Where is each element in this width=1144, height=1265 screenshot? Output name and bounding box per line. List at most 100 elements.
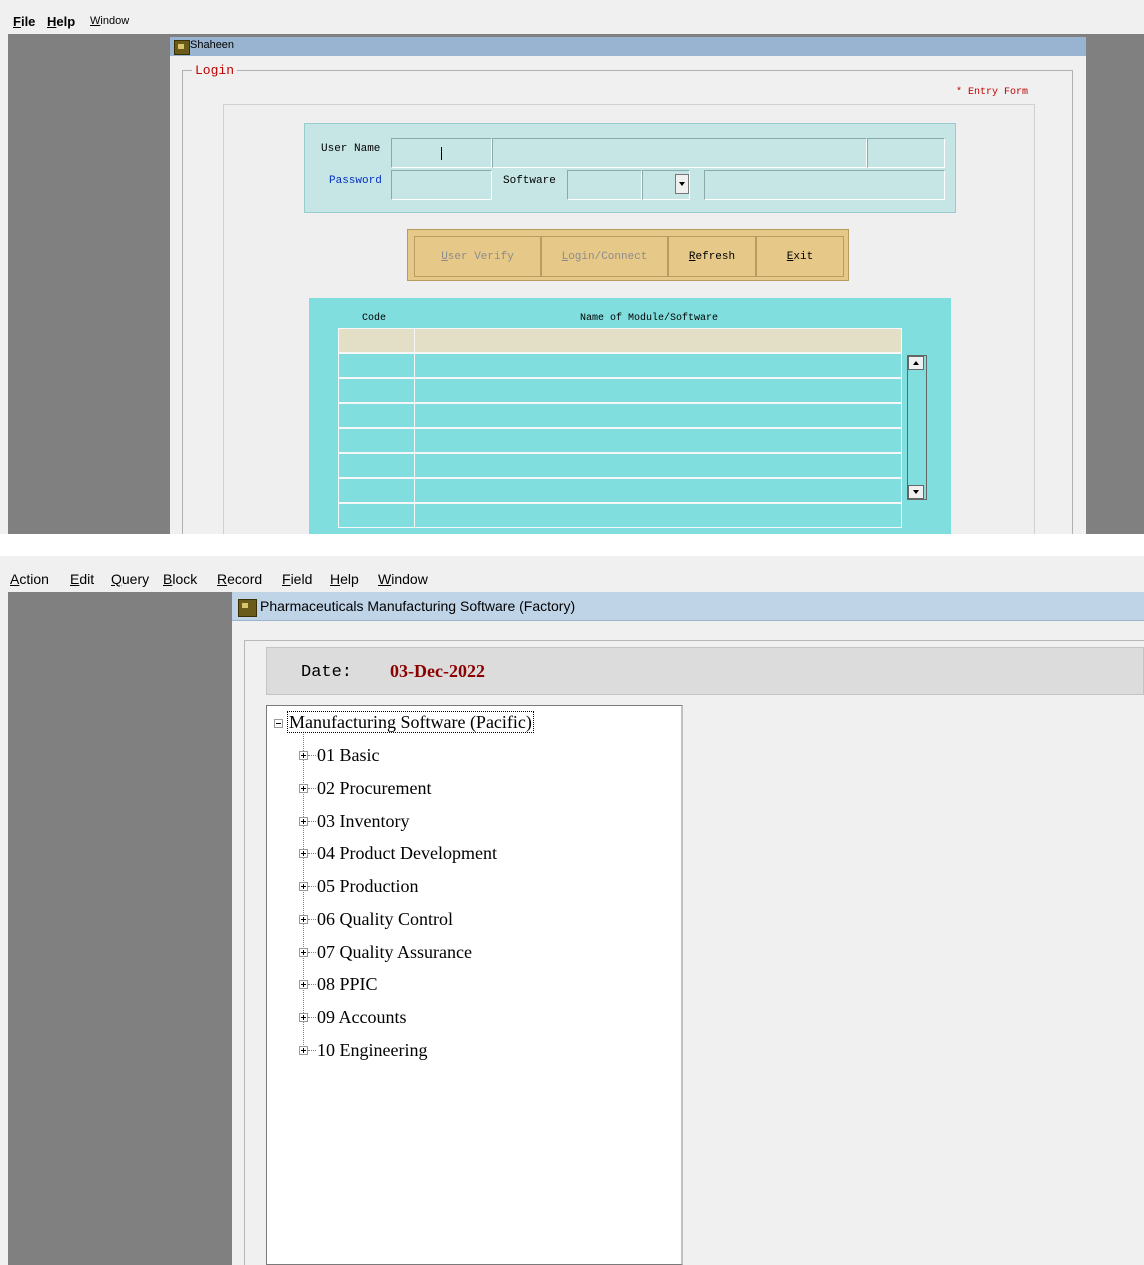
expand-icon[interactable] (299, 1013, 308, 1022)
tree-item-label: 06 Quality Control (317, 909, 453, 929)
tree-root[interactable]: Manufacturing Software (Pacific) (287, 711, 534, 733)
menu-record[interactable]: Record (217, 571, 262, 587)
tree-item-label: 10 Engineering (317, 1040, 428, 1060)
login-connect-button[interactable]: Login/Connect (541, 236, 668, 277)
grid-cell-name[interactable] (414, 328, 902, 353)
main-window: Pharmaceuticals Manufacturing Software (… (232, 592, 1144, 1265)
menu-edit[interactable]: Edit (70, 571, 94, 587)
grid-cell-name[interactable] (414, 353, 902, 378)
grid-cell-name[interactable] (414, 428, 902, 453)
grid-cell-name[interactable] (414, 478, 902, 503)
tree-branch (308, 1050, 316, 1051)
refresh-button[interactable]: Refresh (668, 236, 756, 277)
tree-branch (308, 984, 316, 985)
menu-block[interactable]: Block (163, 571, 197, 587)
grid-cell-code[interactable] (338, 353, 415, 378)
window-title: Pharmaceuticals Manufacturing Software (… (260, 598, 576, 614)
password-label: Password (329, 175, 382, 187)
grid-cell-name[interactable] (414, 503, 902, 528)
login-frame-title: Login (192, 63, 238, 78)
grid-cell-name[interactable] (414, 378, 902, 403)
tree-item-label: 09 Accounts (317, 1007, 407, 1027)
password-input[interactable] (391, 170, 492, 200)
grid-cell-name[interactable] (414, 453, 902, 478)
arrow-down-icon (913, 490, 919, 494)
tree-branch (308, 952, 316, 953)
tree-branch (308, 886, 316, 887)
screenshot-separator (0, 534, 1144, 556)
expand-icon[interactable] (299, 849, 308, 858)
menu-query[interactable]: Query (111, 571, 149, 587)
user-verify-button[interactable]: User Verify (414, 236, 541, 277)
tree-branch (308, 1017, 316, 1018)
main-screenshot: Action Edit Query Block Record Field Hel… (0, 556, 1144, 1265)
grid-header-name: Name of Module/Software (580, 313, 719, 324)
menu-file[interactable]: File (13, 14, 35, 29)
login-menubar: File Help Window (0, 0, 1144, 34)
tree-branch (308, 755, 316, 756)
date-label: Date: (301, 663, 353, 682)
grid-scrollbar[interactable] (907, 355, 927, 500)
grid-cell-code[interactable] (338, 503, 415, 528)
software-select[interactable] (642, 170, 690, 200)
menu-help[interactable]: Help (47, 14, 75, 29)
module-grid: Code Name of Module/Software (309, 298, 951, 534)
grid-cell-code[interactable] (338, 453, 415, 478)
software-label: Software (503, 175, 556, 187)
expand-icon[interactable] (299, 1046, 308, 1055)
login-button-bar: User Verify Login/Connect Refresh Exit (407, 229, 849, 281)
expand-icon[interactable] (299, 751, 308, 760)
grid-cell-code[interactable] (338, 428, 415, 453)
tree-item-label: 02 Procurement (317, 778, 432, 798)
expand-icon[interactable] (299, 817, 308, 826)
grid-cell-code[interactable] (338, 478, 415, 503)
menu-help[interactable]: Help (330, 571, 359, 587)
tree-branch (308, 821, 316, 822)
app-icon (174, 40, 190, 55)
main-menubar: Action Edit Query Block Record Field Hel… (0, 556, 1144, 594)
expand-icon[interactable] (299, 882, 308, 891)
expand-icon[interactable] (299, 948, 308, 957)
entry-form-label: * Entry Form (956, 87, 1029, 98)
menu-field[interactable]: Field (282, 571, 312, 587)
grid-cell-code[interactable] (338, 378, 415, 403)
scroll-down-button[interactable] (908, 485, 924, 499)
tree-item-label: 07 Quality Assurance (317, 942, 472, 962)
menu-window[interactable]: Window (378, 571, 428, 587)
app-icon (238, 599, 257, 617)
login-inner-panel: User Name Password Software User Verify … (223, 104, 1035, 534)
main-window-titlebar[interactable]: Pharmaceuticals Manufacturing Software (… (232, 592, 1144, 621)
tree-branch (308, 919, 316, 920)
menu-window[interactable]: Window (90, 15, 129, 27)
tree-item-label: 01 Basic (317, 745, 380, 765)
grid-cell-name[interactable] (414, 403, 902, 428)
exit-button[interactable]: Exit (756, 236, 844, 277)
grid-cell-code[interactable] (338, 328, 415, 353)
tree-item-label: 04 Product Development (317, 843, 497, 863)
module-tree[interactable]: Manufacturing Software (Pacific) 01 Basi… (266, 705, 683, 1265)
tree-branch (308, 788, 316, 789)
menu-action[interactable]: Action (10, 571, 49, 587)
date-value: 03-Dec-2022 (390, 661, 485, 681)
collapse-icon[interactable] (274, 719, 283, 728)
software-name-field (704, 170, 945, 200)
date-bar: Date: 03-Dec-2022 (266, 647, 1144, 695)
user-name-input[interactable] (391, 138, 492, 168)
scroll-up-button[interactable] (908, 356, 924, 370)
expand-icon[interactable] (299, 915, 308, 924)
tree-connector (303, 734, 304, 1049)
credentials-box: User Name Password Software (304, 123, 956, 213)
arrow-up-icon (913, 361, 919, 365)
expand-icon[interactable] (299, 784, 308, 793)
window-title: Shaheen (190, 39, 235, 51)
login-screenshot: File Help Window Shaheen Login * Entry F… (0, 0, 1144, 534)
expand-icon[interactable] (299, 980, 308, 989)
grid-cell-code[interactable] (338, 403, 415, 428)
software-code-field[interactable] (567, 170, 642, 200)
login-window: Shaheen Login * Entry Form User Name Pas… (170, 37, 1086, 534)
tree-branch (308, 853, 316, 854)
dropdown-arrow-icon[interactable] (675, 174, 689, 194)
grid-header-code: Code (362, 313, 387, 324)
tree-item-label: 08 PPIC (317, 974, 378, 994)
login-window-titlebar[interactable]: Shaheen (170, 37, 1086, 56)
